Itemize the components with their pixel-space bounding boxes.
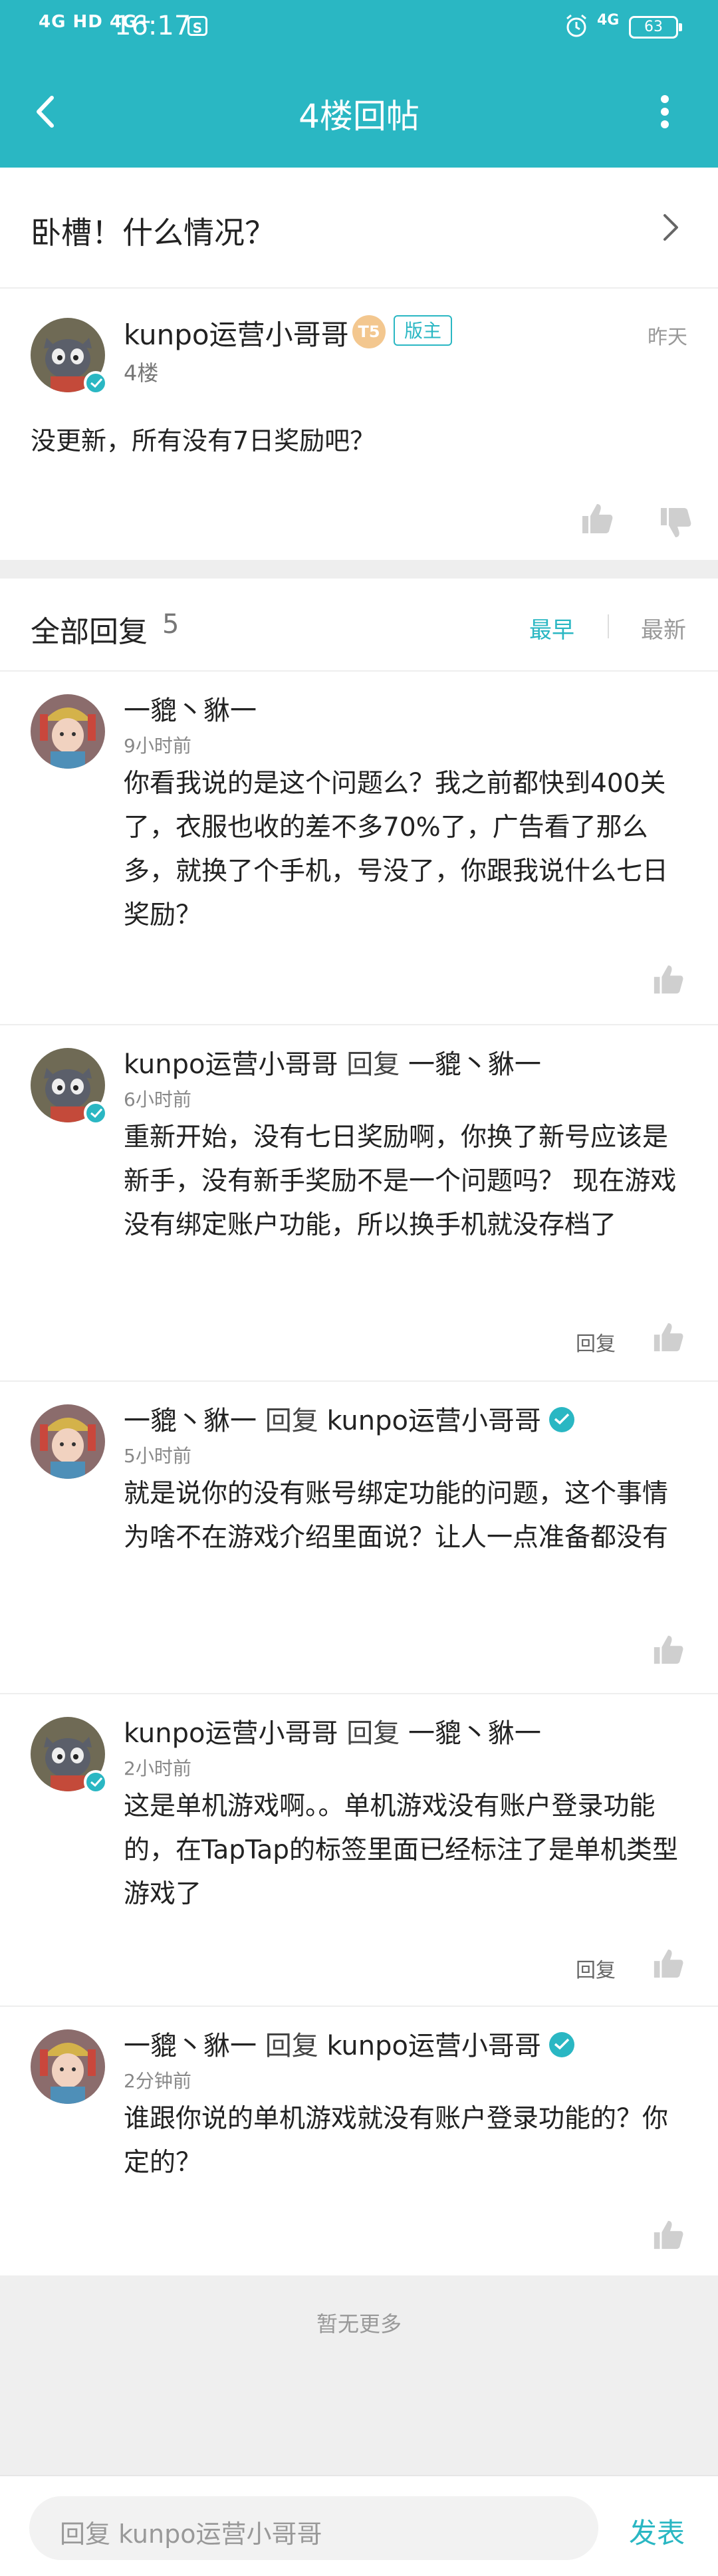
- reply-time: 5小时前: [124, 1445, 191, 1467]
- reply-author[interactable]: kunpo运营小哥哥: [124, 1049, 338, 1080]
- sort-separator: [608, 614, 609, 638]
- reply-input[interactable]: 回复 kunpo运营小哥哥: [29, 2496, 598, 2560]
- more-options-icon[interactable]: [645, 88, 685, 135]
- replies-count: 5: [162, 609, 180, 640]
- thumbs-up-icon[interactable]: [580, 501, 614, 536]
- avatar[interactable]: [31, 318, 108, 395]
- thumbs-up-icon[interactable]: [652, 2218, 685, 2252]
- reply-item: kunpo运营小哥哥 回复 一貔丶貅一 2小时前 这是单机游戏啊。。单机游戏没有…: [0, 1693, 718, 2007]
- floor-number: 4楼: [124, 360, 159, 386]
- reply-time: 6小时前: [124, 1089, 191, 1110]
- reply-header: kunpo运营小哥哥 回复 一貔丶貅一: [124, 1712, 541, 1750]
- avatar-image: [31, 1404, 105, 1479]
- chevron-right-icon: [663, 214, 678, 241]
- verified-icon: [548, 2032, 574, 2057]
- page-title: 4楼回帖: [299, 97, 419, 136]
- replies-header: 全部回复 5 最早 最新: [0, 579, 718, 672]
- app-notification-icon: S: [187, 16, 207, 36]
- replies-label: 全部回复: [31, 615, 148, 649]
- reply-item: 一貔丶貅一 回复 kunpo运营小哥哥 2分钟前 谁跟你说的单机游戏就没有账户登…: [0, 2005, 718, 2275]
- thumbs-up-icon[interactable]: [652, 1947, 685, 1980]
- avatar-image: [31, 694, 105, 769]
- reply-word: 回复: [265, 2031, 318, 2061]
- alarm-icon: [566, 14, 586, 37]
- avatar[interactable]: [31, 1048, 108, 1125]
- reply-author[interactable]: 一貔丶貅一: [124, 2031, 257, 2061]
- clock: 16:17: [114, 11, 191, 41]
- topic-title: 卧槽！什么情况？: [31, 215, 275, 251]
- battery-indicator: 63: [629, 16, 682, 39]
- sort-earliest-tab[interactable]: 最早: [529, 612, 574, 644]
- post-author[interactable]: kunpo运营小哥哥: [124, 313, 349, 353]
- verified-icon: [84, 371, 108, 395]
- avatar[interactable]: [31, 694, 105, 769]
- reply-header: 一貔丶貅一 回复 kunpo运营小哥哥: [124, 1399, 574, 1438]
- status-bar: 4G HD 4G+ 16:17 S 4G 63: [0, 0, 718, 57]
- thumbs-up-icon[interactable]: [652, 963, 685, 996]
- reply-text: 重新开始，没有七日奖励啊，你换了新号应该是新手，没有新手奖励不是一个问题吗？ 现…: [124, 1122, 677, 1240]
- reply-bar: 回复 kunpo运营小哥哥 发表: [0, 2475, 718, 2576]
- reply-time: 2小时前: [124, 1757, 191, 1779]
- network-indicator: 4G: [597, 12, 620, 29]
- reply-author[interactable]: kunpo运营小哥哥: [124, 1718, 338, 1749]
- reply-time: 2分钟前: [124, 2070, 191, 2092]
- reply-text: 谁跟你说的单机游戏就没有账户登录功能的？你定的？: [124, 2104, 669, 2178]
- thumbs-down-icon[interactable]: [658, 505, 693, 540]
- reply-target[interactable]: 一貔丶貅一: [408, 1049, 541, 1080]
- reply-word: 回复: [346, 1049, 400, 1080]
- no-more-label: 暂无更多: [316, 2311, 402, 2337]
- reply-word: 回复: [265, 1406, 318, 1436]
- topic-link[interactable]: 卧槽！什么情况？: [0, 168, 718, 289]
- post-date: 昨天: [648, 326, 687, 349]
- verified-icon: [84, 1101, 108, 1125]
- sort-latest-tab[interactable]: 最新: [641, 612, 686, 644]
- verified-icon: [548, 1407, 574, 1432]
- reply-target[interactable]: 一貔丶貅一: [408, 1718, 541, 1749]
- end-of-list: 暂无更多: [0, 2275, 718, 2475]
- level-badge: T5: [352, 315, 386, 348]
- moderator-badge: 版主: [394, 315, 453, 346]
- reply-text: 你看我说的是这个问题么？我之前都快到400关了，衣服也收的差不多70%了，广告看…: [124, 769, 669, 930]
- reply-word: 回复: [346, 1718, 400, 1749]
- reply-header: kunpo运营小哥哥 回复 一貔丶貅一: [124, 1043, 541, 1081]
- reply-button[interactable]: 回复: [576, 1327, 616, 1356]
- reply-item: 一貔丶貅一 9小时前 你看我说的是这个问题么？我之前都快到400关了，衣服也收的…: [0, 670, 718, 1025]
- reply-target[interactable]: kunpo运营小哥哥: [326, 1406, 541, 1436]
- reply-button[interactable]: 回复: [576, 1954, 616, 1983]
- original-post: kunpo运营小哥哥 T5 版主 4楼 昨天 没更新，所有没有7日奖励吧？: [0, 287, 718, 560]
- reply-header: 一貔丶貅一 回复 kunpo运营小哥哥: [124, 2024, 574, 2063]
- avatar[interactable]: [31, 1717, 108, 1794]
- reply-author[interactable]: 一貔丶貅一: [124, 1406, 257, 1436]
- nav-bar: 4楼回帖: [0, 57, 718, 168]
- reply-target[interactable]: kunpo运营小哥哥: [326, 2031, 541, 2061]
- thumbs-up-icon[interactable]: [652, 1321, 685, 1354]
- send-button[interactable]: 发表: [629, 2511, 685, 2551]
- section-divider: [0, 560, 718, 579]
- verified-icon: [84, 1770, 108, 1794]
- reply-header: 一貔丶貅一: [124, 689, 257, 727]
- post-content: 没更新，所有没有7日奖励吧？: [31, 426, 376, 455]
- avatar[interactable]: [31, 1404, 105, 1479]
- reply-item: 一貔丶貅一 回复 kunpo运营小哥哥 5小时前 就是说你的没有账号绑定功能的问…: [0, 1380, 718, 1694]
- reply-item: kunpo运营小哥哥 回复 一貔丶貅一 6小时前 重新开始，没有七日奖励啊，你换…: [0, 1024, 718, 1382]
- reply-input-placeholder: 回复 kunpo运营小哥哥: [60, 2519, 322, 2549]
- reply-text: 这是单机游戏啊。。单机游戏没有账户登录功能的，在TapTap的标签里面已经标注了…: [124, 1791, 679, 1909]
- avatar[interactable]: [31, 2029, 105, 2104]
- reply-time: 9小时前: [124, 735, 191, 757]
- reply-author[interactable]: 一貔丶貅一: [124, 696, 257, 726]
- reply-text: 就是说你的没有账号绑定功能的问题，这个事情为啥不在游戏介绍里面说？让人一点准备都…: [124, 1479, 669, 1553]
- avatar-image: [31, 2029, 105, 2104]
- thumbs-up-icon[interactable]: [652, 1633, 685, 1666]
